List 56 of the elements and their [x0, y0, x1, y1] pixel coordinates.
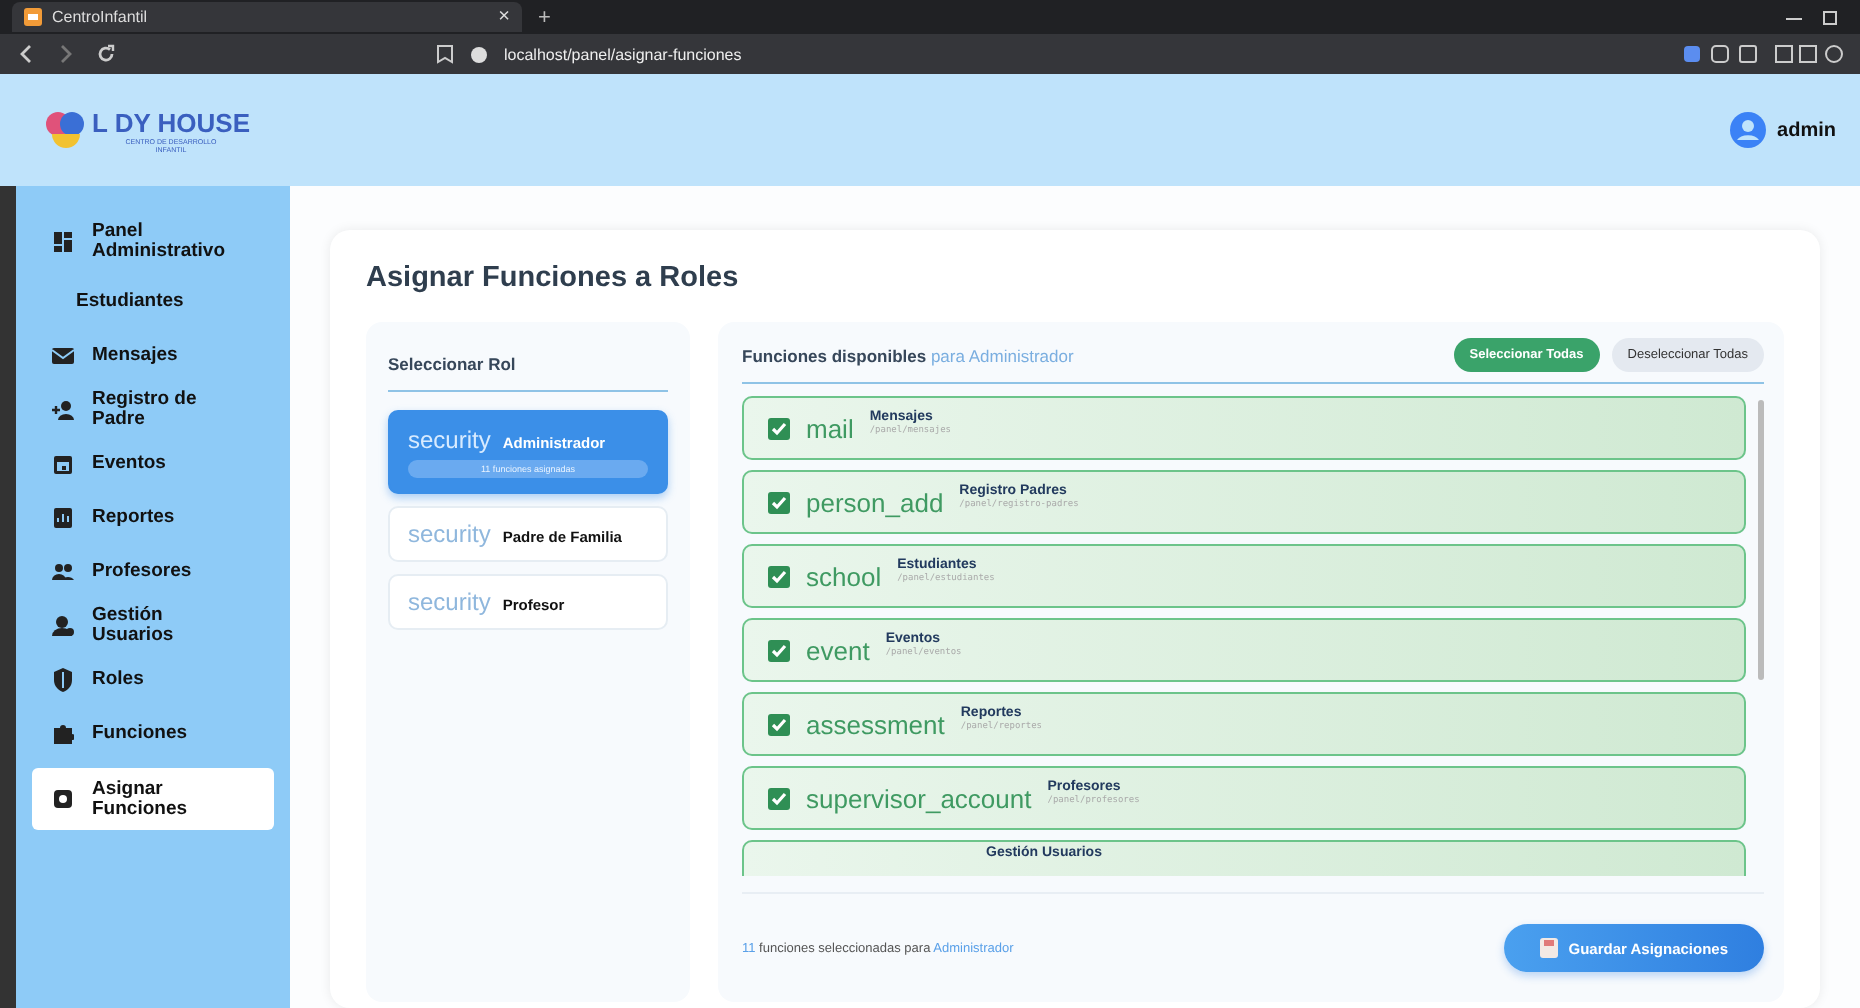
forward-icon: [56, 44, 76, 64]
sidebar-item[interactable]: Asignar Funciones: [32, 768, 274, 830]
role-icon-text: security: [408, 520, 491, 548]
reload-icon: [96, 44, 116, 64]
sidebar-item[interactable]: Roles: [32, 652, 274, 706]
report-icon: [52, 505, 74, 529]
checkbox[interactable]: [768, 417, 790, 439]
shield-icon: [52, 667, 74, 691]
calendar-icon: [52, 451, 74, 475]
puzzle-icon: [52, 721, 74, 745]
sidebar-item[interactable]: Mensajes: [32, 328, 274, 382]
user-menu[interactable]: admin: [1729, 112, 1836, 148]
sidebar-item[interactable]: Profesores: [32, 544, 274, 598]
sidebar-item[interactable]: Gestión Usuarios: [32, 598, 274, 652]
page-title: Asignar Funciones a Roles: [366, 262, 741, 294]
panel-heading: Seleccionar Rol: [388, 338, 668, 392]
scrollbar[interactable]: [1758, 400, 1764, 680]
sidebar-item[interactable]: Reportes: [32, 490, 274, 544]
back-icon: [16, 44, 36, 64]
favicon-icon: [24, 8, 42, 26]
extensions-icon: [1684, 44, 1844, 64]
mail-icon: [52, 343, 74, 367]
function-icon-text: person_add: [806, 487, 944, 517]
logo-icon: [44, 110, 88, 150]
role-icon-text: security: [408, 588, 491, 616]
user-settings-icon: [52, 613, 74, 637]
sidebar-item[interactable]: Registro de Padre: [32, 382, 274, 436]
restore-icon: [1820, 7, 1840, 27]
dashboard-icon: [52, 230, 74, 254]
panel-heading: Funciones disponibles para Administrador: [742, 345, 1076, 365]
person-add-icon: [52, 397, 74, 421]
sidebar-item[interactable]: Estudiantes: [32, 274, 274, 328]
function-icon-text: school: [806, 561, 882, 591]
function-icon-text: assessment: [806, 709, 945, 739]
checkbox[interactable]: [768, 639, 790, 661]
function-icon-text: mail: [806, 413, 854, 443]
user-avatar-icon: [1729, 112, 1766, 148]
function-icon-text: supervisor_account: [806, 783, 1032, 813]
checkbox[interactable]: [768, 565, 790, 587]
logo-text: L DY HOUSE: [92, 107, 250, 137]
checkbox[interactable]: [768, 787, 790, 809]
role-icon-text: security: [408, 426, 491, 454]
sidebar-item[interactable]: Funciones: [32, 706, 274, 760]
site-info-icon: [470, 45, 488, 63]
bookmark-icon: [436, 44, 454, 64]
tab-title: CentroInfantil: [52, 8, 150, 26]
new-tab-button[interactable]: +: [538, 5, 551, 29]
save-icon: [1540, 938, 1559, 958]
browser-tab[interactable]: CentroInfantil ×: [12, 2, 522, 32]
checkbox[interactable]: [768, 491, 790, 513]
sidebar-item[interactable]: Panel Administrativo: [32, 210, 274, 274]
function-icon-text: event: [806, 635, 870, 665]
checkbox[interactable]: [768, 713, 790, 735]
sidebar-item[interactable]: Eventos: [32, 436, 274, 490]
people-icon: [52, 559, 74, 583]
close-tab-button[interactable]: ×: [498, 6, 510, 28]
